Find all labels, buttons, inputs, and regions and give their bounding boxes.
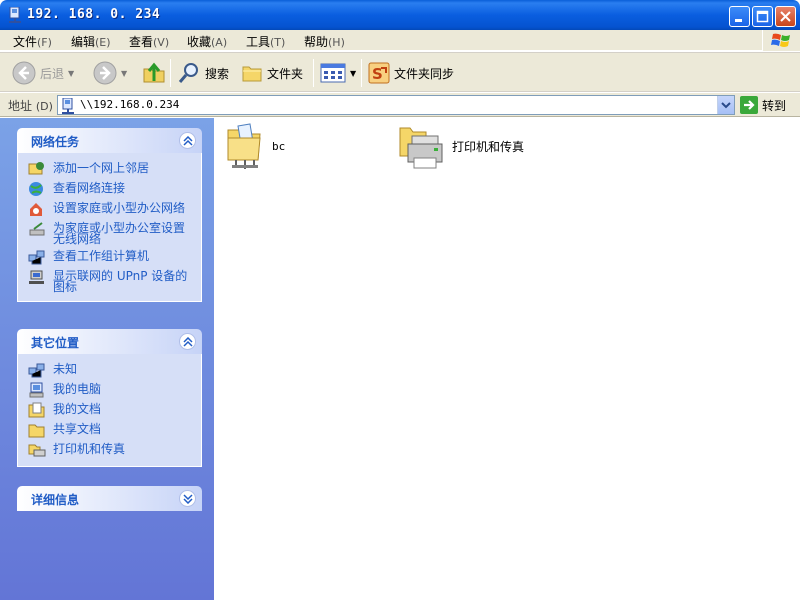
network-computer-icon [62, 98, 74, 114]
folders-button[interactable]: 文件夹 [241, 59, 303, 87]
toolbar: 后退 ▼ ▼ 搜索 文件夹 ▼ S 文件夹同步 [0, 52, 800, 92]
task-add-network-place[interactable]: 添加一个网上邻居 [28, 161, 193, 177]
network-computer-icon [9, 7, 21, 23]
home-network-icon [30, 203, 42, 216]
menu-help[interactable]: 帮助(H) [304, 33, 345, 50]
my-computer-icon [29, 382, 44, 398]
task-view-connections[interactable]: 查看网络连接 [28, 181, 193, 197]
collapse-button[interactable] [179, 333, 196, 350]
file-item-printers[interactable]: 打印机和传真 [398, 122, 524, 170]
address-input[interactable]: \\192.168.0.234 [57, 95, 735, 115]
forward-arrow-icon [93, 61, 117, 85]
network-tasks-panel: 网络任务 添加一个网上邻居 查看网络连接 设置家庭或小型办公网络 为家庭或小型办… [17, 128, 202, 302]
place-unknown[interactable]: 未知 [28, 362, 193, 378]
task-view-workgroup[interactable]: 查看工作组计算机 [28, 249, 193, 265]
folder-sync-button[interactable]: S 文件夹同步 [368, 59, 454, 87]
search-icon [178, 63, 198, 83]
printer-folder-icon [399, 127, 443, 169]
file-item-bc[interactable]: bc [224, 122, 285, 170]
task-setup-home-network[interactable]: 设置家庭或小型办公网络 [28, 201, 193, 217]
folder-up-icon [143, 62, 165, 83]
expand-button[interactable] [179, 490, 196, 507]
task-setup-wireless[interactable]: 为家庭或小型办公室设置无线网络 [28, 221, 193, 245]
chevron-down-icon [721, 102, 731, 109]
details-panel: 详细信息 [17, 486, 202, 511]
chevron-down-icon[interactable]: ▼ [350, 69, 356, 78]
menu-view[interactable]: 查看(V) [129, 33, 169, 50]
chevron-down-icon[interactable]: ▼ [121, 69, 127, 78]
place-shared-documents[interactable]: 共享文档 [28, 422, 193, 438]
window-title: 192. 168. 0. 234 [27, 7, 161, 22]
upnp-device-icon [29, 270, 44, 284]
place-my-computer[interactable]: 我的电脑 [28, 382, 193, 398]
shared-folder-icon [227, 123, 261, 169]
windows-logo-icon [762, 30, 800, 51]
address-dropdown-button[interactable] [717, 96, 734, 114]
add-network-place-icon [28, 162, 44, 175]
chevron-up-double-icon [183, 136, 193, 146]
maximize-icon [756, 10, 769, 23]
place-my-documents[interactable]: 我的文档 [28, 402, 193, 418]
back-button[interactable]: 后退 ▼ [12, 59, 74, 87]
title-bar[interactable]: 192. 168. 0. 234 [0, 0, 800, 30]
menu-bar: 文件(F) 编辑(E) 查看(V) 收藏(A) 工具(T) 帮助(H) [0, 30, 800, 51]
my-documents-icon [28, 402, 45, 418]
address-bar: 地址 (D) \\192.168.0.234 转到 [0, 93, 800, 117]
up-folder-button[interactable] [142, 59, 166, 87]
close-icon [780, 11, 791, 22]
other-places-header[interactable]: 其它位置 [17, 329, 202, 354]
workgroup-computers-icon [28, 250, 45, 265]
folder-icon [242, 66, 262, 82]
menu-file[interactable]: 文件(F) [13, 33, 52, 50]
chevron-down-double-icon [183, 494, 193, 504]
minimize-button[interactable] [729, 6, 750, 27]
task-show-upnp[interactable]: 显示联网的 UPnP 设备的图标 [28, 269, 193, 293]
collapse-button[interactable] [179, 132, 196, 149]
close-button[interactable] [775, 6, 796, 27]
go-arrow-icon [740, 96, 758, 114]
views-grid-icon [320, 63, 346, 83]
chevron-up-double-icon [183, 337, 193, 347]
file-view[interactable]: bc 打印机和传真 [214, 118, 800, 600]
search-button[interactable]: 搜索 [177, 59, 229, 87]
menu-tools[interactable]: 工具(T) [246, 33, 285, 50]
chevron-down-icon[interactable]: ▼ [68, 69, 74, 78]
details-header[interactable]: 详细信息 [17, 486, 202, 511]
menu-favorites[interactable]: 收藏(A) [187, 33, 227, 50]
back-arrow-icon [12, 61, 36, 85]
other-places-panel: 其它位置 未知 我的电脑 我的文档 共享文档 打印机和传真 [17, 329, 202, 467]
menu-edit[interactable]: 编辑(E) [71, 33, 111, 50]
folder-icon [28, 424, 45, 438]
maximize-button[interactable] [752, 6, 773, 27]
minimize-icon [735, 19, 742, 22]
printer-icon [28, 444, 46, 457]
task-pane: 网络任务 添加一个网上邻居 查看网络连接 设置家庭或小型办公网络 为家庭或小型办… [0, 118, 214, 600]
sync-icon: S [368, 62, 390, 84]
views-button[interactable]: ▼ [320, 59, 356, 87]
workgroup-computers-icon [28, 363, 45, 378]
place-printers-faxes[interactable]: 打印机和传真 [28, 442, 193, 458]
address-label: 地址 (D) [8, 99, 53, 113]
globe-icon [29, 182, 43, 196]
forward-button[interactable]: ▼ [93, 59, 127, 87]
network-tasks-header[interactable]: 网络任务 [17, 128, 202, 153]
wireless-icon [29, 222, 45, 236]
go-button[interactable]: 转到 [740, 95, 786, 115]
address-value: \\192.168.0.234 [80, 98, 180, 111]
